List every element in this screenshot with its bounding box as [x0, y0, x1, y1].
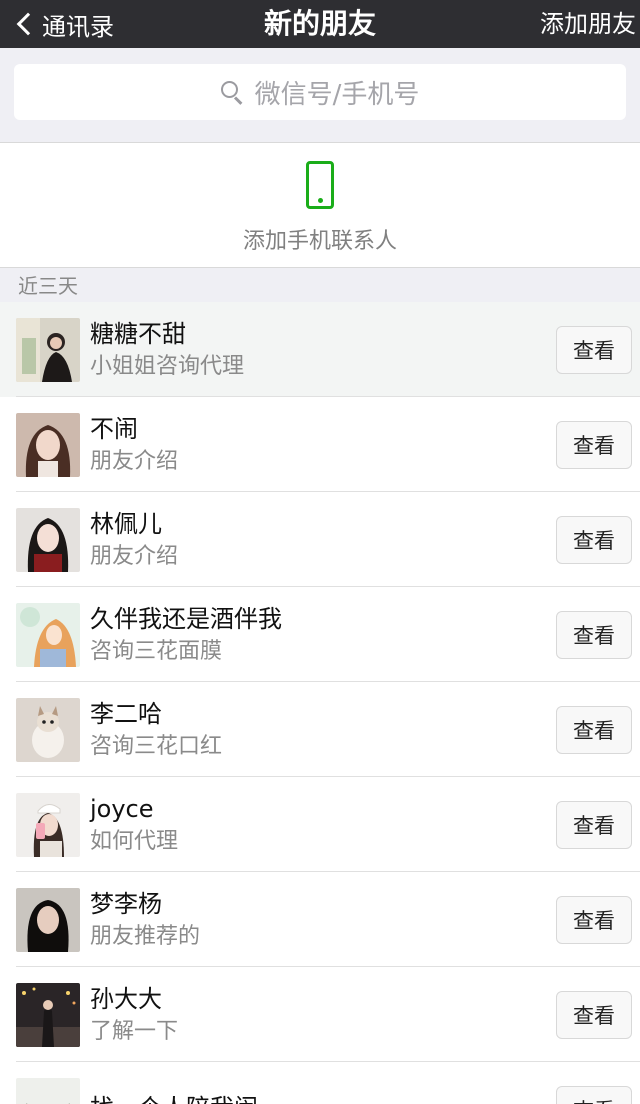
search-icon — [220, 81, 243, 105]
nav-bar: 通讯录 新的朋友 添加朋友 — [0, 0, 640, 48]
phone-icon — [306, 161, 334, 209]
back-button[interactable]: 通讯录 — [14, 0, 114, 48]
list-item[interactable]: 梦李杨 朋友推荐的 查看 — [0, 872, 640, 967]
view-button[interactable]: 查看 — [556, 610, 632, 659]
view-button[interactable]: 查看 — [556, 990, 632, 1039]
list-item[interactable]: 李二哈 咨询三花口红 查看 — [0, 682, 640, 777]
view-button[interactable]: 查看 — [556, 325, 632, 374]
avatar — [16, 602, 80, 667]
list-item[interactable]: 找一个人陪我闹 查看 — [0, 1062, 640, 1104]
view-button[interactable]: 查看 — [556, 515, 632, 564]
list-item[interactable]: 不闹 朋友介绍 查看 — [0, 397, 640, 492]
list-item[interactable]: 林佩儿 朋友介绍 查看 — [0, 492, 640, 587]
avatar — [16, 792, 80, 857]
list-item[interactable]: 孙大大 了解一下 查看 — [0, 967, 640, 1062]
chevron-left-icon — [16, 12, 40, 36]
view-button[interactable]: 查看 — [556, 800, 632, 849]
back-label: 通讯录 — [42, 12, 114, 41]
avatar — [16, 317, 80, 382]
view-button[interactable]: 查看 — [556, 420, 632, 469]
list-item[interactable]: 糖糖不甜 小姐姐咨询代理 查看 — [0, 302, 640, 397]
avatar — [16, 1077, 80, 1104]
view-button[interactable]: 查看 — [556, 895, 632, 944]
avatar — [16, 412, 80, 477]
search-placeholder: 微信号/手机号 — [254, 79, 420, 110]
add-phone-contacts-label: 添加手机联系人 — [242, 229, 397, 254]
avatar — [16, 697, 80, 762]
list-item[interactable]: 久伴我还是酒伴我 咨询三花面膜 查看 — [0, 587, 640, 682]
search-input[interactable]: 微信号/手机号 — [14, 64, 626, 120]
section-header: 近三天 — [0, 268, 640, 302]
avatar — [16, 982, 80, 1047]
avatar — [16, 887, 80, 952]
avatar — [16, 507, 80, 572]
list-item[interactable]: joyce 如何代理 查看 — [0, 777, 640, 872]
view-button[interactable]: 查看 — [556, 705, 632, 754]
add-phone-contacts-button[interactable]: 添加手机联系人 — [0, 142, 640, 268]
new-friends-list: 糖糖不甜 小姐姐咨询代理 查看 不闹 朋友介绍 查看 林佩儿 朋友介绍 查看 久… — [0, 302, 640, 1104]
view-button[interactable]: 查看 — [556, 1085, 632, 1104]
add-friend-button[interactable]: 添加朋友 — [540, 0, 636, 48]
search-area: 微信号/手机号 — [0, 48, 640, 138]
